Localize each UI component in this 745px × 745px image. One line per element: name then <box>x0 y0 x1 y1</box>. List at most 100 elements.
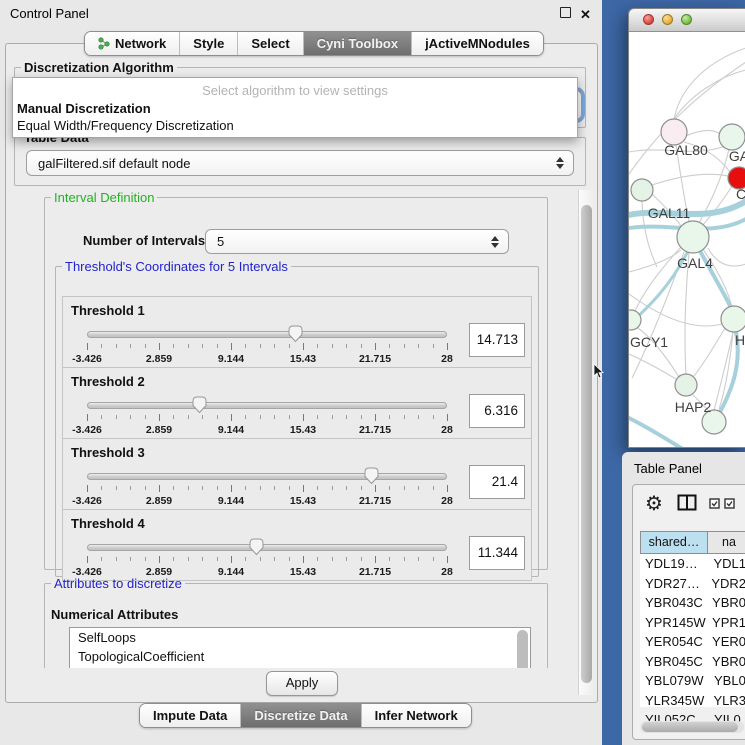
table-row[interactable]: YPR145W YPR1 <box>640 613 745 633</box>
table-cell-name[interactable]: YBR0 <box>706 652 745 672</box>
slider-thumb[interactable] <box>248 538 265 556</box>
zoom-window-icon[interactable] <box>681 14 692 25</box>
table-scrollbar-thumb[interactable] <box>642 722 738 732</box>
threshold-1-value-field[interactable]: 14.713 <box>469 323 525 357</box>
table-row[interactable]: YBL079W YBL0 <box>640 671 745 691</box>
list-scrollbar-thumb[interactable] <box>517 630 528 668</box>
tick-mark <box>260 415 261 419</box>
float-panel-icon[interactable] <box>560 7 571 18</box>
tick-mark <box>433 557 434 561</box>
columns-icon[interactable] <box>677 494 697 511</box>
tab-network[interactable]: Network <box>85 32 179 55</box>
table-cell-shared-name[interactable]: YBL079W <box>640 671 708 691</box>
threshold-4-slider[interactable]: -3.4262.8599.14415.4321.71528 <box>87 540 447 580</box>
column-header-shared-name[interactable]: shared… <box>640 531 708 554</box>
tick-mark <box>217 415 218 419</box>
close-panel-icon[interactable]: ✕ <box>580 7 591 23</box>
network-node[interactable] <box>677 221 709 253</box>
tick-label: 21.715 <box>359 353 391 365</box>
slider-thumb[interactable] <box>287 325 304 343</box>
table-cell-shared-name[interactable]: YDL19… <box>640 554 707 574</box>
threshold-1-slider[interactable]: -3.4262.8599.14415.4321.71528 <box>87 327 447 367</box>
threshold-2-value-field[interactable]: 6.316 <box>469 394 525 428</box>
table-cell-shared-name[interactable]: YDR27… <box>640 574 705 594</box>
table-row[interactable]: YDL19… YDL1 <box>640 554 745 574</box>
number-of-intervals-combobox[interactable]: 5 <box>205 229 509 254</box>
table-row[interactable]: YBR045C YBR0 <box>640 652 745 672</box>
table-cell-name[interactable]: YER0 <box>706 632 745 652</box>
tick-mark <box>289 557 290 561</box>
apply-button[interactable]: Apply <box>266 671 338 696</box>
checkbox-icon[interactable] <box>724 498 735 509</box>
table-data-combobox[interactable]: galFiltered.sif default node <box>26 150 574 176</box>
network-node[interactable] <box>675 374 697 396</box>
table-row[interactable]: YDR27… YDR2 <box>640 574 745 594</box>
node-label: GAL80 <box>664 142 708 158</box>
table-row[interactable]: YER054C YER0 <box>640 632 745 652</box>
threshold-2-slider[interactable]: -3.4262.8599.14415.4321.71528 <box>87 398 447 438</box>
tick-mark <box>202 415 203 419</box>
table-cell-name[interactable]: YDR2 <box>705 574 745 594</box>
popup-item-equal-width-frequency[interactable]: Equal Width/Frequency Discretization <box>16 117 574 134</box>
network-node[interactable] <box>631 179 653 201</box>
network-view-window[interactable]: GAL80GAGAL11CGAL4GCY1HHAP2 <box>628 8 745 448</box>
minimize-window-icon[interactable] <box>662 14 673 25</box>
table-cell-shared-name[interactable]: YER054C <box>640 632 706 652</box>
threshold-1-label: Threshold 1 <box>71 303 145 318</box>
slider-thumb[interactable] <box>363 467 380 485</box>
column-header-name[interactable]: na <box>708 531 745 554</box>
list-item-topologicalcoefficient[interactable]: TopologicalCoefficient <box>70 647 530 666</box>
tab-infer-network[interactable]: Infer Network <box>361 704 471 727</box>
table-cell-shared-name[interactable]: YBR045C <box>640 652 706 672</box>
table-row[interactable]: YLR345W YLR3 <box>640 691 745 711</box>
network-node[interactable] <box>721 306 745 332</box>
popup-item-manual-discretization[interactable]: Manual Discretization <box>16 100 574 117</box>
close-window-icon[interactable] <box>643 14 654 25</box>
table-cell-shared-name[interactable]: YBR043C <box>640 593 706 613</box>
table-cell-name[interactable]: YPR1 <box>706 613 745 633</box>
node-attribute-table: shared… na YDL19… YDL1 YDR27… YDR2 YBR04… <box>640 531 745 707</box>
table-row[interactable]: YBR043C YBR0 <box>640 593 745 613</box>
node-label: H <box>735 332 745 348</box>
tick-mark <box>202 486 203 490</box>
tab-discretize-data[interactable]: Discretize Data <box>240 704 360 727</box>
tab-style[interactable]: Style <box>179 32 237 55</box>
numerical-attributes-list[interactable]: SelfLoops TopologicalCoefficient Between… <box>69 627 531 668</box>
tab-cyni-toolbox[interactable]: Cyni Toolbox <box>303 32 411 55</box>
list-item-selfloops[interactable]: SelfLoops <box>70 628 530 647</box>
slider-track[interactable] <box>87 402 447 409</box>
list-item-betweennesscentrality[interactable]: BetweennessCentrality <box>70 666 530 668</box>
slider-track[interactable] <box>87 544 447 551</box>
tick-mark <box>245 415 246 419</box>
tab-select[interactable]: Select <box>237 32 302 55</box>
slider-track[interactable] <box>87 331 447 338</box>
network-canvas[interactable]: GAL80GAGAL11CGAL4GCY1HHAP2 <box>629 32 745 447</box>
tick-mark <box>116 344 117 348</box>
table-cell-shared-name[interactable]: YLR345W <box>640 691 707 711</box>
attributes-group: Attributes to discretize Numerical Attri… <box>44 576 548 668</box>
gear-icon[interactable]: ⚙ <box>645 491 663 517</box>
checkbox-icon[interactable] <box>709 498 720 509</box>
table-cell-name[interactable]: YDL1 <box>707 554 745 574</box>
threshold-3-slider[interactable]: -3.4262.8599.14415.4321.71528 <box>87 469 447 509</box>
tick-mark <box>188 557 189 561</box>
tick-mark <box>159 414 160 421</box>
threshold-4-value-field[interactable]: 11.344 <box>469 536 525 570</box>
slider-track[interactable] <box>87 473 447 480</box>
tab-jactivemnodules[interactable]: jActiveMNodules <box>411 32 543 55</box>
table-horizontal-scrollbar[interactable] <box>640 721 744 733</box>
panel-vertical-scrollbar[interactable] <box>578 190 595 695</box>
node-label: C <box>736 186 745 202</box>
table-cell-shared-name[interactable]: YPR145W <box>640 613 706 633</box>
slider-thumb[interactable] <box>191 396 208 414</box>
table-cell-name[interactable]: YLR3 <box>707 691 745 711</box>
table-cell-name[interactable]: YBL0 <box>708 671 745 691</box>
tab-impute-data[interactable]: Impute Data <box>140 704 240 727</box>
network-node[interactable] <box>719 124 745 150</box>
tick-mark <box>418 415 419 419</box>
threshold-3-value-field[interactable]: 21.4 <box>469 465 525 499</box>
panel-scrollbar-thumb[interactable] <box>581 205 592 683</box>
network-node[interactable] <box>629 310 641 330</box>
table-cell-name[interactable]: YBR0 <box>706 593 745 613</box>
network-window-titlebar[interactable] <box>629 9 745 32</box>
